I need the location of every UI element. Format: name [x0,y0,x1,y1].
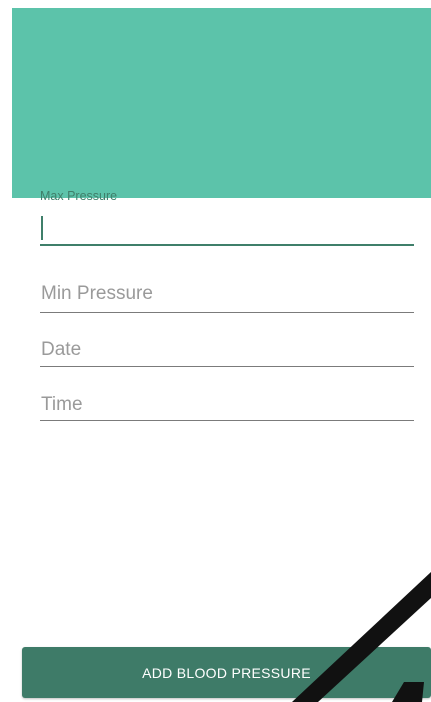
date-placeholder: Date [41,339,82,360]
max-pressure-underline [40,244,414,246]
time-underline [40,420,414,421]
text-cursor [41,216,43,240]
date-underline [40,366,414,367]
add-blood-pressure-screen: Max Pressure Min Pressure Date Time ADD … [0,0,431,702]
max-pressure-label: Max Pressure [40,189,118,203]
min-pressure-field[interactable]: Min Pressure [40,280,414,316]
add-blood-pressure-button[interactable]: ADD BLOOD PRESSURE [22,647,431,698]
min-pressure-placeholder: Min Pressure [41,283,153,304]
min-pressure-underline [40,312,414,313]
time-placeholder: Time [41,394,83,415]
date-field[interactable]: Date [40,336,414,372]
time-field[interactable]: Time [40,391,414,427]
header-banner [12,8,431,198]
max-pressure-field[interactable]: Max Pressure [40,188,414,248]
add-blood-pressure-button-label: ADD BLOOD PRESSURE [142,664,311,681]
